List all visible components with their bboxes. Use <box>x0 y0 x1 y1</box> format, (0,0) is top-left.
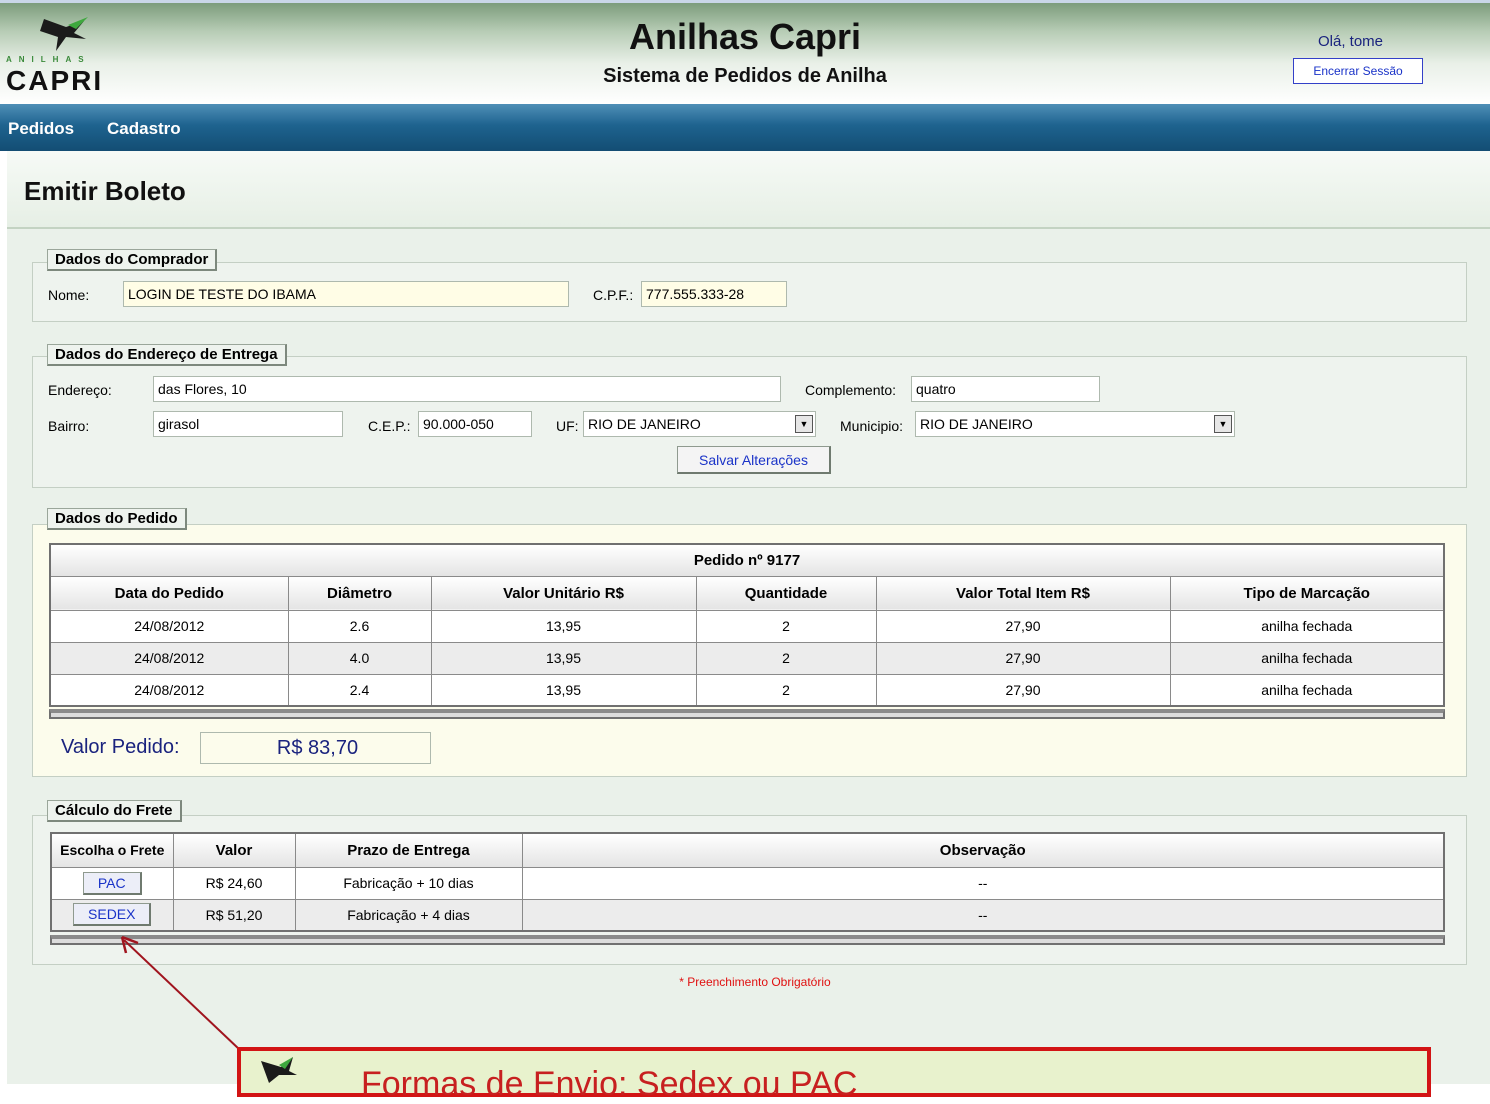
cell: 13,95 <box>430 641 697 675</box>
uf-label: UF: <box>556 418 579 434</box>
municipio-select[interactable]: RIO DE JANEIRO ▼ <box>915 411 1235 437</box>
cell: 24/08/2012 <box>49 641 289 675</box>
cell: 24/08/2012 <box>49 609 289 643</box>
cell: anilha fechada <box>1169 641 1445 675</box>
table-row: PAC R$ 24,60 Fabricação + 10 dias -- <box>50 866 1445 900</box>
table-row: 24/08/2012 2.6 13,95 2 27,90 anilha fech… <box>49 609 1445 643</box>
menu-item-cadastro[interactable]: Cadastro <box>107 119 181 139</box>
cell: 27,90 <box>875 609 1171 643</box>
sedex-button[interactable]: SEDEX <box>73 903 152 927</box>
save-changes-button[interactable]: Salvar Alterações <box>677 446 831 474</box>
col-observacao: Observação <box>521 832 1445 868</box>
col-escolha-frete: Escolha o Frete <box>50 832 174 868</box>
chevron-down-icon[interactable]: ▼ <box>795 415 813 433</box>
nome-label: Nome: <box>48 287 90 303</box>
cell: PAC <box>50 866 174 900</box>
frete-legend: Cálculo do Frete <box>47 800 182 822</box>
cell: 13,95 <box>430 609 697 643</box>
complemento-field[interactable]: quatro <box>911 376 1100 402</box>
frete-table: Escolha o Frete Valor Prazo de Entrega O… <box>50 832 1445 932</box>
cell: anilha fechada <box>1169 609 1445 643</box>
cell: 27,90 <box>875 641 1171 675</box>
endereco-legend: Dados do Endereço de Entrega <box>47 344 287 366</box>
app-subtitle: Sistema de Pedidos de Anilha <box>603 65 887 87</box>
cep-label: C.E.P.: <box>368 418 411 434</box>
cep-field[interactable]: 90.000-050 <box>418 411 532 437</box>
bairro-field[interactable]: girasol <box>153 411 343 437</box>
col-valor-unitario: Valor Unitário R$ <box>430 575 697 611</box>
table-row: 24/08/2012 4.0 13,95 2 27,90 anilha fech… <box>49 641 1445 675</box>
col-quantidade: Quantidade <box>695 575 877 611</box>
col-prazo-entrega: Prazo de Entrega <box>294 832 523 868</box>
cell: Fabricação + 4 dias <box>294 898 523 932</box>
uf-select[interactable]: RIO DE JANEIRO ▼ <box>583 411 816 437</box>
pedido-table: Pedido nº 9177 Data do Pedido Diâmetro V… <box>49 543 1445 707</box>
app-header: ANILHAS CAPRI Anilhas Capri Sistema de P… <box>0 0 1490 104</box>
required-note: * Preenchimento Obrigatório <box>679 975 831 989</box>
cell: 24/08/2012 <box>49 673 289 707</box>
cell: R$ 24,60 <box>172 866 296 900</box>
municipio-label: Municipio: <box>840 418 904 434</box>
uf-select-value: RIO DE JANEIRO <box>588 416 701 432</box>
endereco-field[interactable]: das Flores, 10 <box>153 376 781 402</box>
bird-logo-icon <box>261 1057 297 1083</box>
main-menu: Pedidos Cadastro <box>0 104 1490 151</box>
callout-text: Formas de Envio: Sedex ou PAC <box>361 1065 858 1103</box>
cell: 13,95 <box>430 673 697 707</box>
table-row: SEDEX R$ 51,20 Fabricação + 4 dias -- <box>50 898 1445 932</box>
page-title: Emitir Boleto <box>24 176 186 206</box>
endereco-label: Endereço: <box>48 382 112 398</box>
bairro-label: Bairro: <box>48 418 90 434</box>
cell: 2.6 <box>287 609 432 643</box>
cell: 2.4 <box>287 673 432 707</box>
frete-table-footer <box>50 935 1445 945</box>
pedido-table-footer <box>49 709 1445 719</box>
cell: Fabricação + 10 dias <box>294 866 523 900</box>
cell: R$ 51,20 <box>172 898 296 932</box>
nome-field[interactable]: LOGIN DE TESTE DO IBAMA <box>123 281 569 307</box>
cell: SEDEX <box>50 898 174 932</box>
chevron-down-icon[interactable]: ▼ <box>1214 415 1232 433</box>
page-header <box>7 151 1490 229</box>
app-title: Anilhas Capri <box>628 16 862 57</box>
cpf-field[interactable]: 777.555.333-28 <box>641 281 787 307</box>
user-greeting: Olá, tome <box>1318 33 1384 50</box>
col-data-pedido: Data do Pedido <box>49 575 289 611</box>
pedido-legend: Dados do Pedido <box>47 508 187 530</box>
pedido-caption: Pedido nº 9177 <box>49 543 1445 577</box>
comprador-legend: Dados do Comprador <box>47 249 218 271</box>
annotation-callout: Formas de Envio: Sedex ou PAC <box>237 1047 1431 1103</box>
municipio-select-value: RIO DE JANEIRO <box>920 416 1033 432</box>
cell: 2 <box>695 673 877 707</box>
col-diametro: Diâmetro <box>287 575 432 611</box>
valor-pedido-label: Valor Pedido: <box>61 736 180 758</box>
col-tipo-marcacao: Tipo de Marcação <box>1169 575 1445 611</box>
table-row: 24/08/2012 2.4 13,95 2 27,90 anilha fech… <box>49 673 1445 707</box>
cell: 4.0 <box>287 641 432 675</box>
cell: -- <box>521 866 1445 900</box>
cell: 2 <box>695 641 877 675</box>
cell: -- <box>521 898 1445 932</box>
col-valor: Valor <box>172 832 296 868</box>
cell: anilha fechada <box>1169 673 1445 707</box>
cpf-label: C.P.F.: <box>593 287 634 303</box>
menu-item-pedidos[interactable]: Pedidos <box>8 119 74 139</box>
pac-button[interactable]: PAC <box>82 871 142 895</box>
col-valor-total: Valor Total Item R$ <box>875 575 1171 611</box>
cell: 2 <box>695 609 877 643</box>
logout-button[interactable]: Encerrar Sessão <box>1293 58 1423 84</box>
valor-pedido-field: R$ 83,70 <box>200 732 431 764</box>
cell: 27,90 <box>875 673 1171 707</box>
complemento-label: Complemento: <box>805 382 897 398</box>
